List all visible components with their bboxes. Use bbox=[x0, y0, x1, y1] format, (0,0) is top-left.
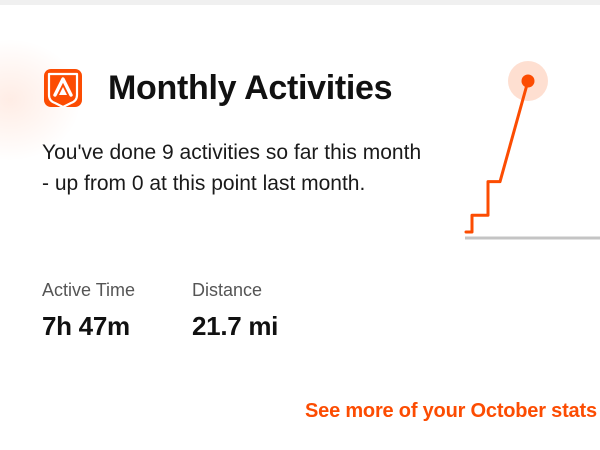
current-point-marker bbox=[521, 74, 535, 88]
monthly-activities-card: Monthly Activities You've done 9 activit… bbox=[0, 0, 600, 450]
distance-value: 21.7 mi bbox=[192, 311, 279, 341]
active-time-stat: Active Time 7h 47m bbox=[42, 278, 135, 342]
see-more-link[interactable]: See more of your October stats bbox=[305, 398, 597, 424]
top-divider bbox=[0, 0, 600, 5]
strava-logo-icon bbox=[44, 69, 82, 109]
distance-label: Distance bbox=[192, 280, 263, 300]
activity-series-line bbox=[464, 79, 530, 234]
active-time-label: Active Time bbox=[42, 280, 136, 300]
cumulative-activities-chart bbox=[464, 61, 600, 240]
page-title: Monthly Activities bbox=[108, 69, 393, 107]
distance-stat: Distance 21.7 mi bbox=[192, 278, 278, 342]
activity-summary-text: You've done 9 activities so far this mon… bbox=[42, 141, 422, 195]
active-time-value: 7h 47m bbox=[42, 311, 130, 341]
